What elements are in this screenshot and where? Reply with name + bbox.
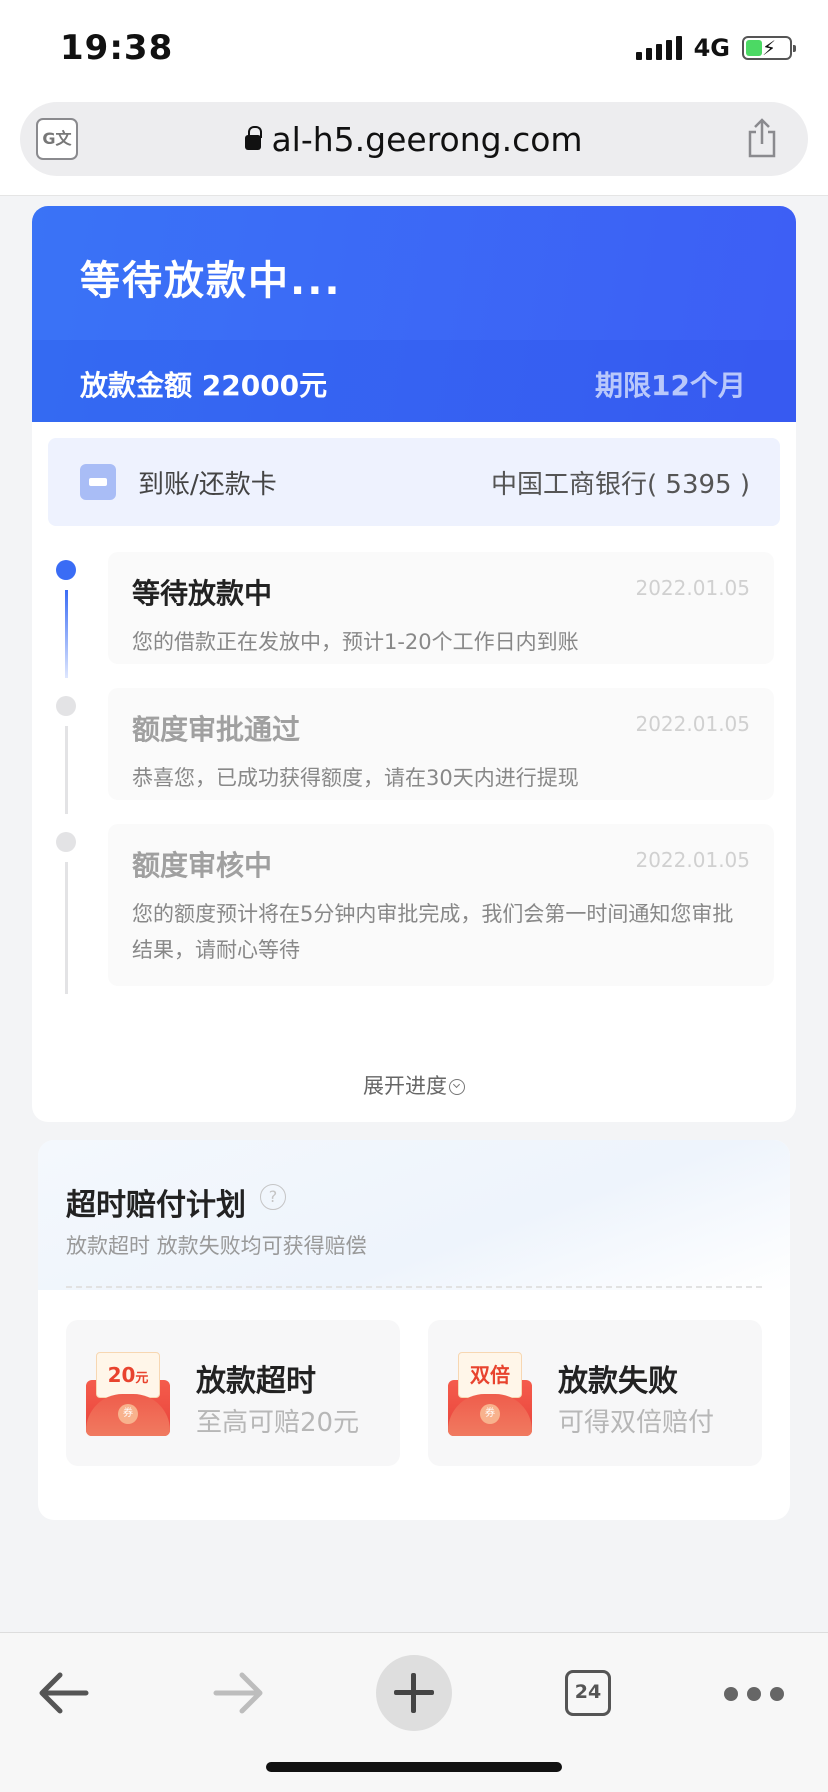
card-row-label: 到账/还款卡 (138, 470, 277, 500)
signal-icon (635, 36, 682, 60)
url-display[interactable]: al-h5.geerong.com (20, 120, 808, 159)
benefit-desc: 至高可赔20元 (196, 1408, 360, 1438)
loan-amount: 放款金额 22000元 (80, 369, 328, 402)
home-indicator (266, 1762, 562, 1772)
timeline-desc: 您的借款正在发放中，预计1-20个工作日内到账 (132, 630, 579, 654)
loan-status-title: 等待放款中... (80, 258, 342, 304)
bank-card-icon (80, 464, 116, 500)
status-bar: 19:38 4G ⚡ (0, 0, 828, 100)
tab-count: 24 (565, 1670, 611, 1716)
timeline-title: 额度审批通过 (132, 713, 301, 746)
benefit-failure[interactable]: 双倍 券 放款失败 可得双倍赔付 (428, 1320, 762, 1466)
lock-icon (245, 126, 263, 150)
expand-progress-button[interactable]: 展开进度 (32, 1070, 796, 1100)
url-box[interactable]: G文 al-h5.geerong.com (20, 102, 808, 176)
envelope-badge: 双倍 (470, 1363, 510, 1387)
timeline-dot (56, 560, 76, 580)
benefit-title: 放款超时 (196, 1364, 316, 1399)
coupon-coin: 券 (118, 1404, 138, 1424)
forward-arrow-icon[interactable] (198, 1653, 278, 1733)
benefit-title: 放款失败 (558, 1364, 678, 1399)
compensation-card: 超时赔付计划 ? 放款超时 放款失败均可获得赔偿 20元 券 放款超时 至高可赔… (38, 1140, 790, 1520)
expand-progress-label: 展开进度 (363, 1074, 447, 1098)
timeline-date: 2022.01.05 (635, 576, 750, 600)
help-icon[interactable]: ? (260, 1184, 286, 1210)
envelope-badge: 20 (107, 1363, 136, 1387)
share-icon[interactable] (746, 118, 778, 158)
loan-hero: 等待放款中... 放款金额 22000元 期限12个月 (32, 206, 796, 422)
timeline-dot (56, 832, 76, 852)
status-indicators: 4G ⚡ (635, 34, 796, 62)
timeline-date: 2022.01.05 (635, 712, 750, 736)
loan-status-card: 等待放款中... 放款金额 22000元 期限12个月 到账/还款卡 中国工商银… (32, 206, 796, 1122)
timeline-dot (56, 696, 76, 716)
repayment-card-row[interactable]: 到账/还款卡 中国工商银行( 5395 ) (48, 438, 780, 526)
red-envelope-icon: 20元 券 (86, 1352, 170, 1436)
more-icon (724, 1687, 784, 1701)
red-envelope-icon: 双倍 券 (448, 1352, 532, 1436)
benefit-desc: 可得双倍赔付 (558, 1408, 715, 1438)
plus-icon (376, 1655, 452, 1731)
new-tab-button[interactable] (374, 1653, 454, 1733)
chevron-down-icon (449, 1079, 465, 1095)
network-type: 4G (693, 34, 730, 62)
compensation-subtitle: 放款超时 放款失败均可获得赔偿 (66, 1234, 367, 1258)
tabs-button[interactable]: 24 (548, 1653, 628, 1733)
card-row-bank: 中国工商银行( 5395 ) (491, 470, 750, 500)
battery-icon: ⚡ (742, 36, 796, 60)
timeline-title: 额度审核中 (132, 849, 273, 882)
status-time: 19:38 (60, 28, 174, 68)
timeline-date: 2022.01.05 (635, 848, 750, 872)
more-button[interactable] (712, 1653, 792, 1733)
address-bar: G文 al-h5.geerong.com (0, 100, 828, 196)
envelope-badge-unit: 元 (135, 1371, 149, 1386)
compensation-title: 超时赔付计划 (66, 1188, 246, 1223)
benefit-timeout[interactable]: 20元 券 放款超时 至高可赔20元 (66, 1320, 400, 1466)
divider (66, 1286, 762, 1288)
timeline-desc: 您的额度预计将在5分钟内审批完成，我们会第一时间通知您审批结果，请耐心等待 (132, 902, 734, 962)
back-arrow-icon[interactable] (24, 1653, 104, 1733)
timeline-desc: 恭喜您，已成功获得额度，请在30天内进行提现 (132, 766, 579, 790)
url-text: al-h5.geerong.com (271, 120, 583, 159)
loan-term: 期限12个月 (595, 369, 746, 402)
coupon-coin: 券 (480, 1404, 500, 1424)
timeline-title: 等待放款中 (132, 577, 273, 610)
